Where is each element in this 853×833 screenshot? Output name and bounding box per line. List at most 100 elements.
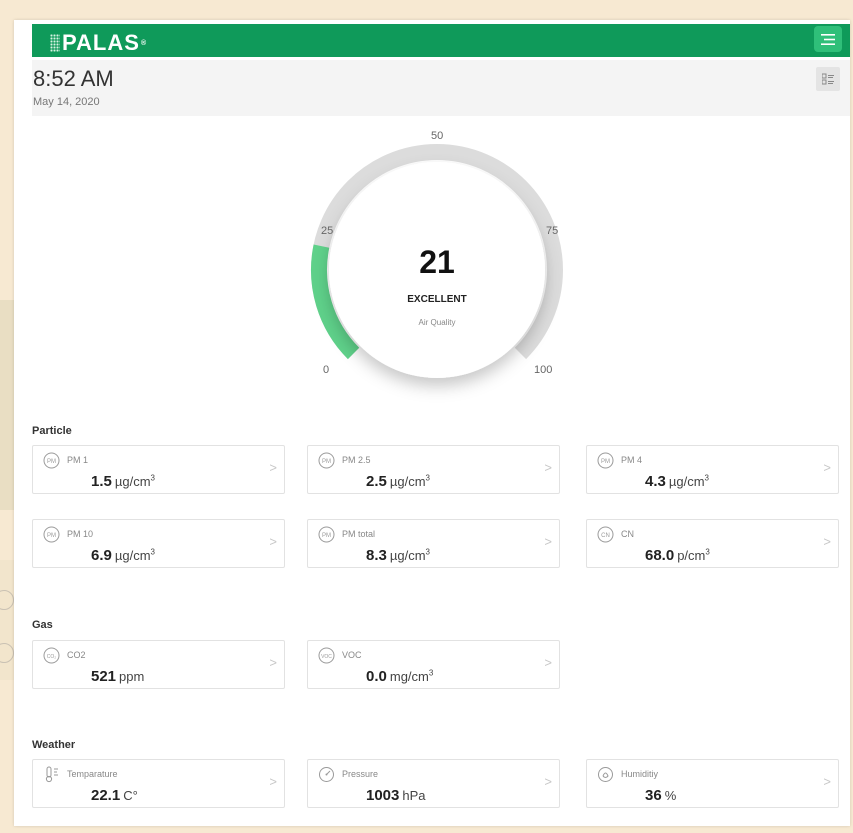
svg-text:PM: PM [322, 459, 331, 465]
section-title-gas: Gas [32, 619, 53, 631]
sensor-value: 22.1 [91, 787, 121, 804]
sensor-unit-text: µg/cm [114, 548, 151, 563]
current-date: May 14, 2020 [33, 96, 100, 108]
sensor-label: VOC [342, 650, 362, 660]
view-toggle-button[interactable] [816, 67, 840, 91]
sensor-value: 1003 [366, 787, 400, 804]
sensor-unit: µg/cm3 [390, 474, 430, 489]
sensor-unit: p/cm3 [677, 548, 710, 563]
sensor-card-pm-1[interactable]: PM PM 1 1.5 µg/cm3 > [32, 445, 285, 494]
sensor-unit-exponent: 3 [150, 547, 155, 557]
sensor-unit: C° [123, 788, 138, 803]
sensor-unit-text: µg/cm [114, 474, 151, 489]
sensor-unit-text: hPa [402, 788, 426, 803]
gauge-caption: Air Quality [418, 318, 456, 327]
sensor-card-co2[interactable]: CO₂ CO2 521 ppm > [32, 640, 285, 689]
sensor-unit-text: µg/cm [389, 548, 426, 563]
palas-logo: PALAS ® [50, 30, 147, 56]
gauge-status: EXCELLENT [407, 294, 467, 305]
sensor-value: 521 [91, 668, 117, 685]
air-quality-gauge: 50 25 75 0 100 21 EXCELLENT Air Quality [297, 130, 577, 410]
gauge-tick-0: 0 [323, 364, 330, 376]
sensor-unit-exponent: 3 [428, 668, 434, 678]
logo-text: PALAS [62, 30, 140, 55]
gauge-tick-50: 50 [431, 130, 444, 142]
sensor-value: 4.3 [645, 473, 666, 490]
sensor-reading: 8.3 µg/cm3 [366, 547, 430, 564]
gauge-tick-25: 25 [321, 225, 334, 237]
sensor-unit-text: C° [123, 788, 138, 803]
sensor-label: Temparature [67, 769, 118, 779]
sensor-unit: µg/cm3 [115, 548, 155, 563]
sensor-card-pm-2-5[interactable]: PM PM 2.5 2.5 µg/cm3 > [307, 445, 560, 494]
pm-icon: PM [318, 526, 335, 543]
svg-text:PM: PM [47, 533, 56, 539]
sensor-value: 1.5 [91, 473, 112, 490]
top-bar: PALAS ® [32, 24, 850, 57]
sensor-unit-text: mg/cm [389, 669, 429, 684]
sensor-reading: 1.5 µg/cm3 [91, 473, 155, 490]
sensor-label: Pressure [342, 769, 379, 779]
sensor-label: CN [621, 529, 634, 539]
sensor-reading: 0.0 mg/cm3 [366, 668, 433, 685]
pm-icon: PM [43, 452, 60, 469]
sensor-label: PM 1 [67, 455, 89, 465]
section-title-particle: Particle [32, 425, 72, 437]
sensor-unit: µg/cm3 [115, 474, 155, 489]
sensor-unit-exponent: 3 [705, 547, 710, 557]
chevron-right-icon: > [544, 774, 552, 789]
pm-icon: PM [43, 526, 60, 543]
sensor-unit-text: % [664, 788, 677, 803]
time-panel: 8:52 AM May 14, 2020 [32, 60, 850, 116]
cn-icon: CN [597, 526, 614, 543]
sensor-reading: 521 ppm [91, 668, 144, 685]
sensor-card-pressure[interactable]: Pressure 1003 hPa > [307, 759, 560, 808]
thermometer-icon [43, 766, 60, 783]
sensor-unit-exponent: 3 [425, 473, 430, 483]
sensor-reading: 22.1 C° [91, 787, 138, 804]
sensor-card-pm-10[interactable]: PM PM 10 6.9 µg/cm3 > [32, 519, 285, 568]
sensor-card-humiditiy[interactable]: Humiditiy 36% > [586, 759, 839, 808]
sensor-card-voc[interactable]: VOC VOC 0.0 mg/cm3 > [307, 640, 560, 689]
sensor-unit-text: p/cm [677, 548, 706, 563]
sensor-unit: µg/cm3 [390, 548, 430, 563]
sensor-value: 68.0 [645, 547, 675, 564]
sensor-reading: 68.0 p/cm3 [645, 547, 710, 564]
current-time: 8:52 AM [33, 66, 114, 91]
sensor-card-temparature[interactable]: Temparature 22.1 C° > [32, 759, 285, 808]
chevron-right-icon: > [269, 655, 277, 670]
sensor-reading: 2.5 µg/cm3 [366, 473, 430, 490]
sensor-unit: mg/cm3 [390, 669, 433, 684]
sensor-reading: 4.3 µg/cm3 [645, 473, 709, 490]
sensor-unit: % [665, 788, 677, 803]
humidity-icon [597, 766, 614, 783]
sensor-value: 0.0 [366, 668, 387, 685]
logo-trademark: ® [140, 39, 148, 47]
sensor-unit-exponent: 3 [150, 473, 155, 483]
sensor-value: 36 [645, 787, 662, 804]
sensor-card-pm-total[interactable]: PM PM total 8.3 µg/cm3 > [307, 519, 560, 568]
sensor-unit-exponent: 3 [425, 547, 430, 557]
sensor-label: PM 4 [621, 455, 643, 465]
list-view-icon [822, 73, 834, 85]
chevron-right-icon: > [269, 460, 277, 475]
gauge-icon [318, 766, 335, 783]
sensor-card-cn[interactable]: CN CN 68.0 p/cm3 > [586, 519, 839, 568]
svg-text:CN: CN [601, 533, 610, 539]
gauge-tick-100: 100 [534, 364, 553, 376]
sensor-unit: µg/cm3 [669, 474, 709, 489]
chevron-right-icon: > [269, 534, 277, 549]
svg-text:VOC: VOC [321, 654, 332, 660]
menu-button[interactable] [814, 26, 842, 52]
hamburger-icon [821, 33, 835, 45]
sensor-unit-text: µg/cm [389, 474, 426, 489]
sensor-label: CO2 [67, 650, 86, 660]
gauge-tick-75: 75 [546, 225, 559, 237]
chevron-right-icon: > [823, 460, 831, 475]
svg-text:PM: PM [601, 459, 610, 465]
chevron-right-icon: > [269, 774, 277, 789]
svg-text:PM: PM [322, 533, 331, 539]
sensor-label: PM total [342, 529, 376, 539]
sensor-card-pm-4[interactable]: PM PM 4 4.3 µg/cm3 > [586, 445, 839, 494]
sensor-reading: 1003 hPa [366, 787, 426, 804]
